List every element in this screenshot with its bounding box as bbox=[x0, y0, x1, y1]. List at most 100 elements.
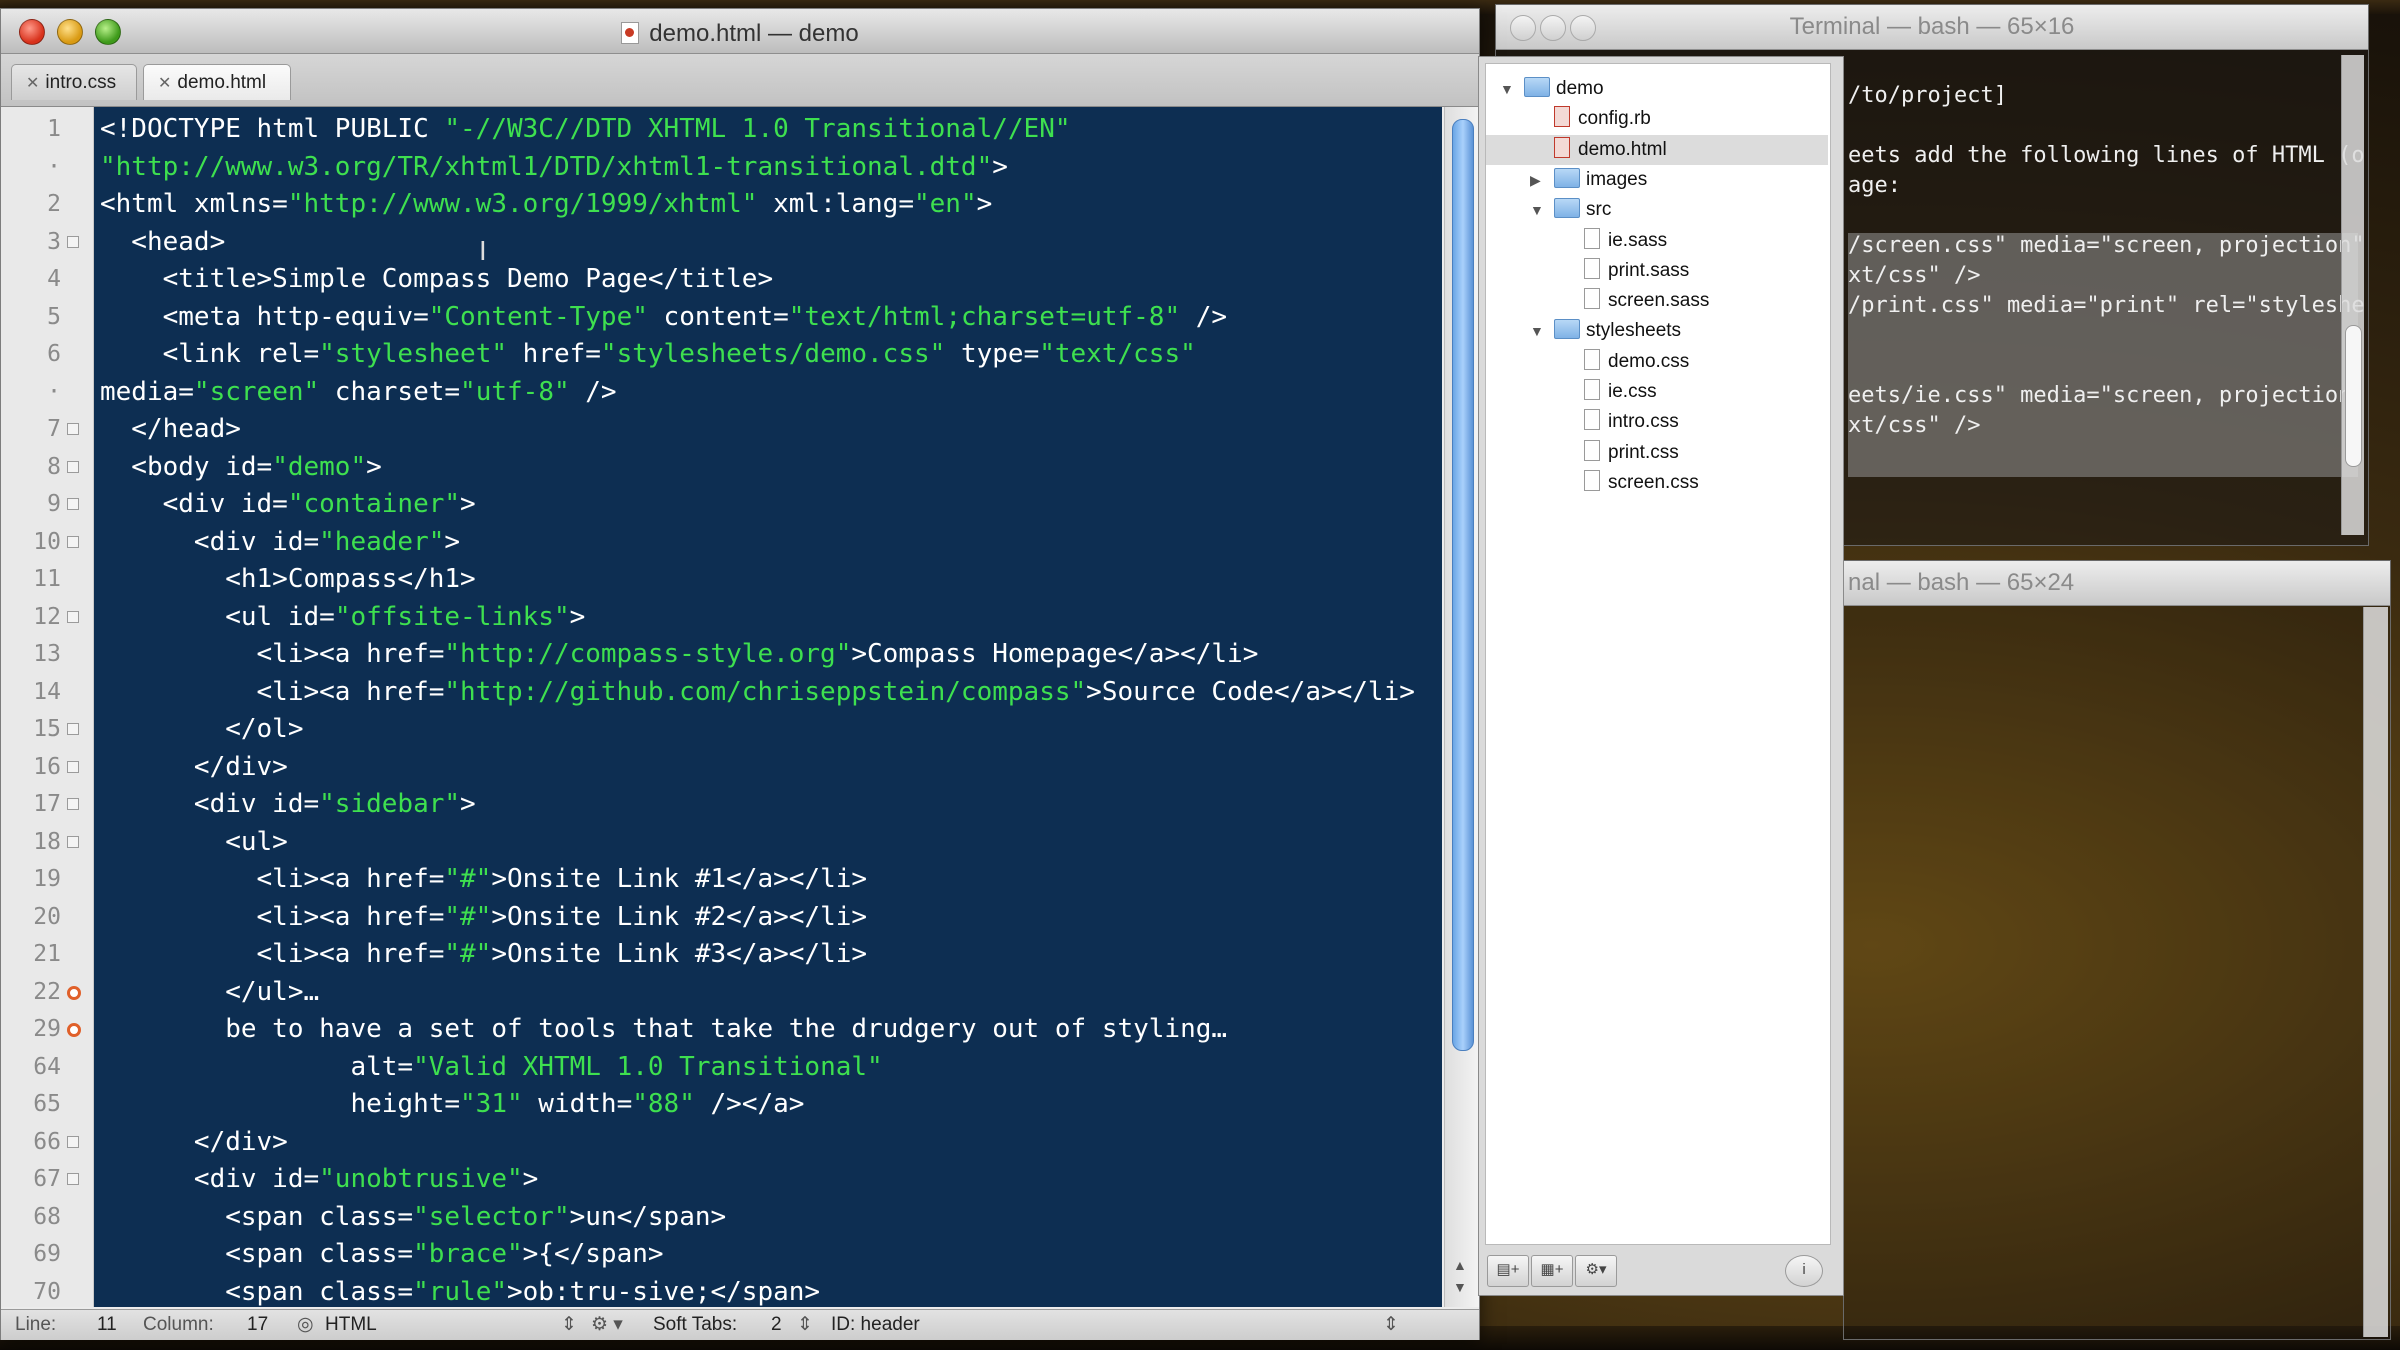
fold-toggle-icon[interactable] bbox=[67, 460, 79, 473]
code-line[interactable]: <div id="sidebar"> bbox=[100, 786, 476, 824]
tree-item[interactable]: intro.css bbox=[1486, 407, 1828, 437]
code-line[interactable]: <meta http-equiv="Content-Type" content=… bbox=[100, 299, 1227, 337]
language-select[interactable]: HTML bbox=[325, 1310, 377, 1340]
fold-toggle-icon[interactable] bbox=[67, 798, 79, 810]
tree-item[interactable]: print.sass bbox=[1486, 256, 1828, 286]
code-line[interactable]: <li><a href="http://github.com/chrisepps… bbox=[100, 674, 1415, 712]
code-line[interactable]: be to have a set of tools that take the … bbox=[100, 1011, 1227, 1049]
folded-marker-icon[interactable] bbox=[67, 1023, 81, 1037]
tree-item[interactable]: ie.css bbox=[1486, 377, 1828, 407]
tree-item[interactable]: ▶ images bbox=[1486, 165, 1828, 195]
code-line[interactable]: <div id="header"> bbox=[100, 524, 460, 562]
code-editor[interactable]: I <!DOCTYPE html PUBLIC "-//W3C//DTD XHT… bbox=[94, 107, 1442, 1307]
code-line[interactable]: <li><a href="#">Onsite Link #3</a></li> bbox=[100, 936, 868, 974]
terminal-scrollbar[interactable] bbox=[2341, 55, 2364, 535]
code-line[interactable]: <body id="demo"> bbox=[100, 449, 381, 487]
tree-item[interactable]: demo.html bbox=[1486, 134, 1828, 165]
disclosure-open-icon[interactable]: ▼ bbox=[1530, 195, 1544, 225]
fold-toggle-icon[interactable] bbox=[67, 535, 79, 548]
terminal-titlebar[interactable]: Terminal — bash — 65×16 bbox=[1496, 5, 2368, 50]
editor-window[interactable]: demo.html — demo ✕ intro.css ✕ demo.html 1… bbox=[0, 8, 1480, 1340]
folded-marker-icon[interactable] bbox=[67, 985, 81, 1000]
code-line[interactable]: </ol> bbox=[100, 711, 303, 749]
code-token: > bbox=[522, 1164, 539, 1194]
code-line[interactable]: </div> bbox=[100, 749, 288, 787]
terminal2-scrollbar[interactable] bbox=[2363, 607, 2388, 1337]
code-line[interactable]: <span class="brace">{</span> bbox=[100, 1236, 663, 1274]
soft-tabs-value[interactable]: 2 bbox=[771, 1310, 782, 1340]
tree-item[interactable]: ie.sass bbox=[1486, 226, 1828, 256]
symbol-updown-icon[interactable]: ⇕ bbox=[1383, 1310, 1399, 1340]
tabs-updown-icon[interactable]: ⇕ bbox=[797, 1310, 813, 1340]
code-line[interactable]: "http://www.w3.org/TR/xhtml1/DTD/xhtml1-… bbox=[100, 149, 1008, 187]
tab-demo-html[interactable]: ✕ demo.html bbox=[143, 64, 291, 100]
terminal-window-2[interactable]: nal — bash — 65×24 bbox=[1843, 560, 2391, 1340]
code-line[interactable]: media="screen" charset="utf-8" /> bbox=[100, 374, 617, 412]
code-line[interactable]: <head> bbox=[100, 224, 225, 262]
fold-toggle-icon[interactable] bbox=[67, 723, 79, 735]
info-icon[interactable]: i bbox=[1785, 1255, 1823, 1287]
updown-arrows-icon[interactable]: ⇕ bbox=[561, 1310, 577, 1340]
tree-item[interactable]: ▼ demo bbox=[1486, 74, 1828, 104]
minimize-button[interactable] bbox=[1540, 15, 1566, 41]
file-tree[interactable]: ▼ demo config.rb demo.html ▶ images ▼ src ie.sas… bbox=[1485, 63, 1831, 1245]
code-line[interactable]: <link rel="stylesheet" href="stylesheets… bbox=[100, 336, 1196, 374]
code-line[interactable]: alt="Valid XHTML 1.0 Transitional" bbox=[100, 1049, 882, 1087]
code-line[interactable]: <span class="rule">ob:tru-sive;</span> bbox=[100, 1274, 820, 1308]
line-number-gutter[interactable]: 1 · 2 3 4 5 6 · 7 8 9 10 11 12 13 14 15 16 17 18 19 20 21 22 29 6… bbox=[1, 107, 94, 1307]
scroll-up-arrow-icon[interactable]: ▲ bbox=[1453, 1257, 1467, 1273]
tree-item[interactable]: demo.css bbox=[1486, 347, 1828, 377]
disclosure-open-icon[interactable]: ▼ bbox=[1530, 316, 1544, 346]
fold-toggle-icon[interactable] bbox=[67, 498, 79, 510]
close-button[interactable] bbox=[1510, 15, 1536, 41]
code-line[interactable]: <span class="selector">un</span> bbox=[100, 1199, 726, 1237]
soft-tabs-label[interactable]: Soft Tabs: bbox=[653, 1310, 737, 1340]
terminal-scroll-thumb[interactable] bbox=[2345, 325, 2362, 467]
code-line[interactable]: <html xmlns="http://www.w3.org/1999/xhtm… bbox=[100, 186, 992, 224]
fold-toggle-icon[interactable] bbox=[67, 835, 79, 848]
code-line[interactable]: </head> bbox=[100, 411, 241, 449]
symbol-popup[interactable]: ID: header bbox=[831, 1310, 920, 1340]
tree-item[interactable]: ▼ src bbox=[1486, 195, 1828, 225]
code-line[interactable]: <ul id="offsite-links"> bbox=[100, 599, 585, 637]
fold-toggle-icon[interactable] bbox=[67, 760, 79, 773]
tree-item[interactable]: print.css bbox=[1486, 438, 1828, 468]
code-line[interactable]: <li><a href="http://compass-style.org">C… bbox=[100, 636, 1259, 674]
code-line[interactable]: <div id="container"> bbox=[100, 486, 476, 524]
fold-toggle-icon[interactable] bbox=[67, 1135, 79, 1148]
project-drawer[interactable]: ▼ demo config.rb demo.html ▶ images ▼ src ie.sas… bbox=[1478, 56, 1844, 1296]
close-tab-icon[interactable]: ✕ bbox=[158, 75, 171, 92]
zoom-button[interactable] bbox=[1570, 15, 1596, 41]
code-line[interactable]: <title>Simple Compass Demo Page</title> bbox=[100, 261, 773, 299]
new-folder-icon[interactable]: ▦+ bbox=[1531, 1255, 1573, 1287]
editor-scrollbar[interactable]: ▲ ▼ bbox=[1444, 107, 1479, 1307]
tab-intro-css[interactable]: ✕ intro.css bbox=[11, 64, 137, 100]
tree-item[interactable]: screen.css bbox=[1486, 468, 1828, 498]
gear-icon[interactable]: ⚙▾ bbox=[1575, 1255, 1617, 1287]
settings-gear-icon[interactable]: ⚙ ▾ bbox=[591, 1310, 623, 1340]
tree-item[interactable]: screen.sass bbox=[1486, 286, 1828, 316]
fold-toggle-icon[interactable] bbox=[67, 235, 79, 248]
terminal2-titlebar[interactable]: nal — bash — 65×24 bbox=[1844, 561, 2390, 606]
fold-toggle-icon[interactable] bbox=[67, 610, 79, 623]
code-line[interactable]: </div> bbox=[100, 1124, 288, 1162]
disclosure-closed-icon[interactable]: ▶ bbox=[1530, 165, 1541, 195]
code-line[interactable]: </ul>… bbox=[100, 974, 319, 1012]
tree-item[interactable]: ▼ stylesheets bbox=[1486, 316, 1828, 346]
scroll-down-arrow-icon[interactable]: ▼ bbox=[1453, 1279, 1467, 1295]
code-line[interactable]: <li><a href="#">Onsite Link #1</a></li> bbox=[100, 861, 868, 899]
disclosure-open-icon[interactable]: ▼ bbox=[1500, 74, 1514, 104]
code-line[interactable]: <li><a href="#">Onsite Link #2</a></li> bbox=[100, 899, 868, 937]
fold-toggle-icon[interactable] bbox=[67, 1173, 79, 1185]
editor-titlebar[interactable]: demo.html — demo bbox=[1, 9, 1479, 54]
code-line[interactable]: <!DOCTYPE html PUBLIC "-//W3C//DTD XHTML… bbox=[100, 111, 1071, 149]
fold-toggle-icon[interactable] bbox=[67, 423, 79, 435]
tree-item[interactable]: config.rb bbox=[1486, 104, 1828, 134]
editor-scroll-thumb[interactable] bbox=[1452, 119, 1474, 1051]
close-tab-icon[interactable]: ✕ bbox=[26, 75, 39, 92]
code-line[interactable]: <ul> bbox=[100, 824, 288, 862]
new-file-icon[interactable]: ▤+ bbox=[1487, 1255, 1529, 1287]
code-line[interactable]: height="31" width="88" /></a> bbox=[100, 1086, 804, 1124]
code-line[interactable]: <div id="unobtrusive"> bbox=[100, 1161, 538, 1199]
code-line[interactable]: <h1>Compass</h1> bbox=[100, 561, 475, 599]
